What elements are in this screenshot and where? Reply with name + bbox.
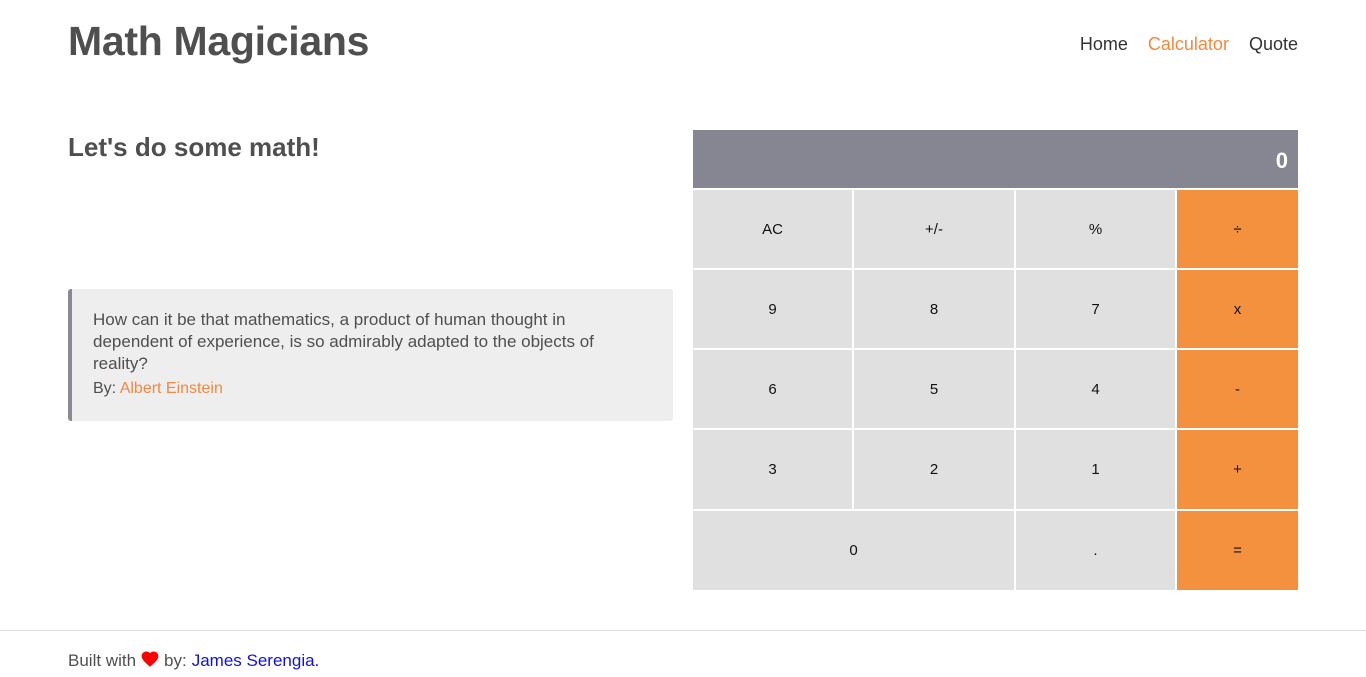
heart-icon [140, 649, 160, 669]
key-add[interactable]: + [1177, 428, 1298, 509]
key-3[interactable]: 3 [693, 428, 854, 509]
key-4[interactable]: 4 [1016, 348, 1177, 428]
key-equals[interactable]: = [1177, 509, 1298, 590]
key-9[interactable]: 9 [693, 268, 854, 348]
quote-card: How can it be that mathematics, a produc… [68, 289, 673, 421]
main-nav: Home Calculator Quote [1080, 34, 1298, 55]
page-heading: Let's do some math! [68, 132, 320, 162]
header: Math Magicians Home Calculator Quote [0, 0, 1366, 90]
footer-author-link[interactable]: James Serengia. [192, 651, 320, 671]
nav-home-link[interactable]: Home [1080, 34, 1128, 55]
key-8[interactable]: 8 [854, 268, 1016, 348]
key-percent[interactable]: % [1016, 188, 1177, 268]
key-7[interactable]: 7 [1016, 268, 1177, 348]
footer-prefix: Built with [68, 651, 137, 670]
quote-text: How can it be that mathematics, a produc… [93, 310, 594, 373]
key-ac[interactable]: AC [693, 188, 854, 268]
nav-quote-link[interactable]: Quote [1249, 34, 1298, 55]
calculator-keypad: AC +/- % ÷ 9 8 7 x 6 5 4 - 3 2 1 + 0 . = [693, 188, 1298, 590]
key-1[interactable]: 1 [1016, 428, 1177, 509]
key-multiply[interactable]: x [1177, 268, 1298, 348]
key-5[interactable]: 5 [854, 348, 1016, 428]
quote-attribution: By: Albert Einstein [93, 380, 649, 398]
key-plus-minus[interactable]: +/- [854, 188, 1016, 268]
key-divide[interactable]: ÷ [1177, 188, 1298, 268]
footer-credit: Built with by: James Serengia. [68, 651, 319, 671]
key-2[interactable]: 2 [854, 428, 1016, 509]
quote-author: Albert Einstein [119, 380, 223, 397]
calculator: 0 AC +/- % ÷ 9 8 7 x 6 5 4 - 3 2 1 + 0 .… [693, 130, 1298, 590]
calculator-display: 0 [693, 130, 1298, 188]
nav-calculator-link[interactable]: Calculator [1148, 34, 1229, 55]
key-0[interactable]: 0 [693, 509, 1016, 590]
site-logo: Math Magicians [68, 18, 370, 64]
key-subtract[interactable]: - [1177, 348, 1298, 428]
key-decimal[interactable]: . [1016, 509, 1177, 590]
quote-by-label: By: [93, 380, 117, 397]
footer-by-label: by: [164, 651, 187, 670]
footer: Built with by: James Serengia. [0, 630, 1366, 677]
key-6[interactable]: 6 [693, 348, 854, 428]
